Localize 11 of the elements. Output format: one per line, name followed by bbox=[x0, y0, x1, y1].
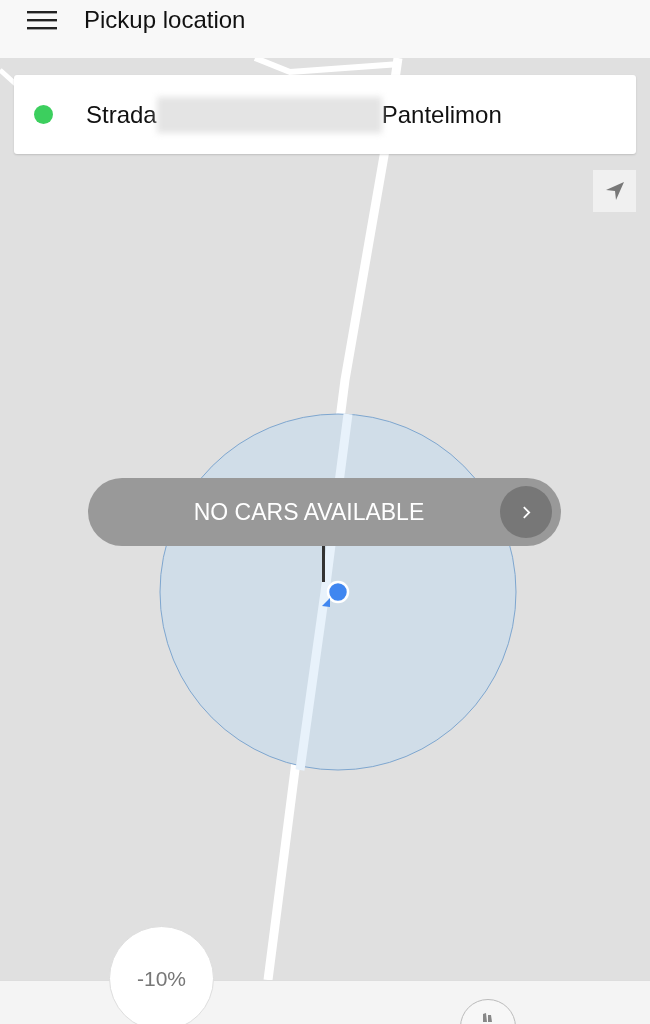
address-start: Strada bbox=[86, 100, 157, 129]
my-location-button[interactable] bbox=[593, 170, 636, 212]
status-banner[interactable]: NO CARS AVAILABLE bbox=[88, 478, 561, 546]
chevron-icon bbox=[521, 504, 531, 520]
navigation-arrow-icon bbox=[604, 181, 625, 201]
banner-text: NO CARS AVAILABLE bbox=[192, 498, 426, 526]
address-end: Pantelimon bbox=[381, 100, 502, 129]
menu-icon[interactable] bbox=[27, 10, 57, 30]
screen-title: Pickup location bbox=[84, 6, 246, 34]
pickup-address-field[interactable]: Strada Pantelimon bbox=[14, 75, 636, 154]
status-dot bbox=[34, 105, 53, 124]
